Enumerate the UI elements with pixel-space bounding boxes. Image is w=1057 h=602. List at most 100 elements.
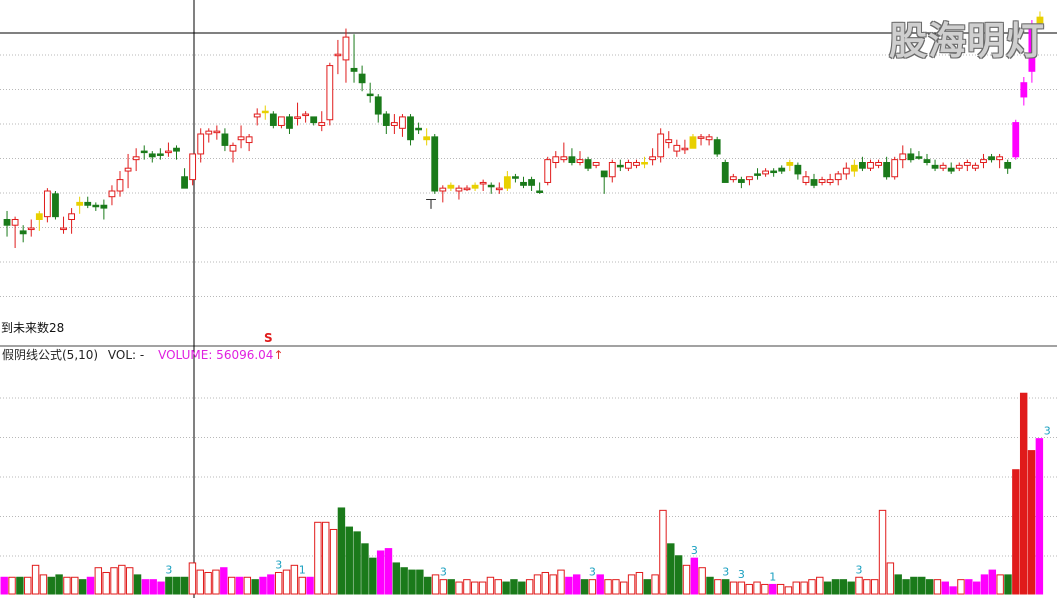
volume-bar xyxy=(565,576,573,595)
volume-bar xyxy=(816,576,824,595)
volume-bar xyxy=(698,567,706,595)
candle-body xyxy=(431,136,439,192)
candle-body xyxy=(842,167,850,175)
volume-bar xyxy=(808,579,816,595)
candle-body xyxy=(253,113,261,118)
candle-body xyxy=(399,116,406,129)
volume-bar xyxy=(800,581,808,595)
candle-body xyxy=(132,156,140,161)
volume-bar xyxy=(588,579,597,595)
volume-bar xyxy=(322,521,330,595)
candle-body xyxy=(68,213,75,221)
candle-body xyxy=(447,184,455,189)
candle-body xyxy=(11,219,19,226)
candle-body xyxy=(907,153,915,161)
candle-body xyxy=(3,219,11,226)
volume-bar xyxy=(925,579,934,595)
volume-bar xyxy=(902,579,910,595)
volume-bar xyxy=(455,581,463,595)
candle-body xyxy=(415,127,422,131)
volume-bar xyxy=(933,579,942,595)
candle-body xyxy=(778,167,786,172)
candle-body xyxy=(762,170,769,175)
volume-bar xyxy=(196,569,204,595)
candle-body xyxy=(600,170,608,178)
volume-bar xyxy=(957,579,965,595)
volume-bar xyxy=(972,581,981,595)
volume-bar xyxy=(227,576,236,595)
volume-bar xyxy=(784,586,793,595)
candle-body xyxy=(867,162,874,169)
candle-body xyxy=(883,162,891,178)
volume-annotation-label: 1 xyxy=(769,570,776,583)
volume-bar xyxy=(314,521,322,595)
candle-body xyxy=(576,159,584,163)
candle-body xyxy=(641,162,648,165)
volume-bar xyxy=(102,571,110,595)
volume-annotation-label: 3 xyxy=(165,563,172,576)
volume-arrow: ↑ xyxy=(273,348,284,362)
volume-label: VOLUME: 56096.04 xyxy=(158,348,274,362)
volume-bar xyxy=(572,574,581,595)
volume-bar xyxy=(431,574,440,595)
volume-bar xyxy=(580,579,589,595)
candle-body xyxy=(681,147,689,151)
candle-body xyxy=(592,162,600,166)
volume-bar xyxy=(557,569,565,595)
candle-body xyxy=(834,173,842,181)
volume-bar xyxy=(965,579,973,595)
volume-bar xyxy=(886,562,895,595)
candle-body xyxy=(35,213,43,221)
volume-bar xyxy=(604,579,612,595)
volume-bar xyxy=(753,581,761,595)
volume-annotation-label: 3 xyxy=(691,544,698,557)
candle-body xyxy=(205,130,213,135)
candle-body xyxy=(366,93,374,97)
candle-body xyxy=(528,179,535,186)
volume-bar xyxy=(274,571,283,595)
volume-bar xyxy=(141,579,150,595)
price-note: 到未来数28 xyxy=(1,321,65,335)
candle-body xyxy=(915,156,923,159)
volume-bar xyxy=(635,571,644,595)
candle-body xyxy=(810,179,818,186)
volume-bar xyxy=(24,576,32,595)
volume-bar xyxy=(384,548,393,595)
candle-body xyxy=(479,181,487,185)
volume-bar xyxy=(423,576,432,595)
volume-bar xyxy=(910,576,918,595)
candlestick-chart: 33133333133222111233 xyxy=(0,0,1057,598)
candle-body xyxy=(213,130,221,134)
candle-body xyxy=(616,164,624,168)
volume-annotation-label: 3 xyxy=(589,566,596,579)
candle-body xyxy=(455,187,463,192)
candle-body xyxy=(326,65,334,121)
volume-bar xyxy=(502,581,510,595)
candle-body xyxy=(721,162,729,183)
volume-bar xyxy=(620,581,628,595)
volume-bar xyxy=(690,557,699,595)
volume-bar xyxy=(251,579,259,595)
volume-bar xyxy=(392,562,401,595)
candle-body xyxy=(237,136,245,141)
candle-body xyxy=(608,162,616,178)
volume-bar xyxy=(510,579,518,595)
volume-bar xyxy=(980,574,989,595)
candle-body xyxy=(737,179,745,183)
candle-body xyxy=(633,162,640,166)
volume-bar xyxy=(596,574,604,595)
candle-body xyxy=(955,164,963,169)
candle-body xyxy=(746,176,753,181)
candle-body xyxy=(754,173,761,176)
volume-bar xyxy=(525,579,534,595)
candle-body xyxy=(318,122,326,126)
volume-bar xyxy=(518,581,526,595)
volume-bar xyxy=(110,567,118,595)
indicator-header: 假阴线公式(5,10) VOL: - VOLUME: 56096.04↑ xyxy=(2,346,284,363)
volume-bar xyxy=(1004,574,1012,595)
candle-body xyxy=(495,187,503,191)
candle-body xyxy=(923,159,931,163)
candle-body xyxy=(334,53,342,57)
candle-body xyxy=(382,113,390,126)
volume-bar xyxy=(165,576,173,595)
